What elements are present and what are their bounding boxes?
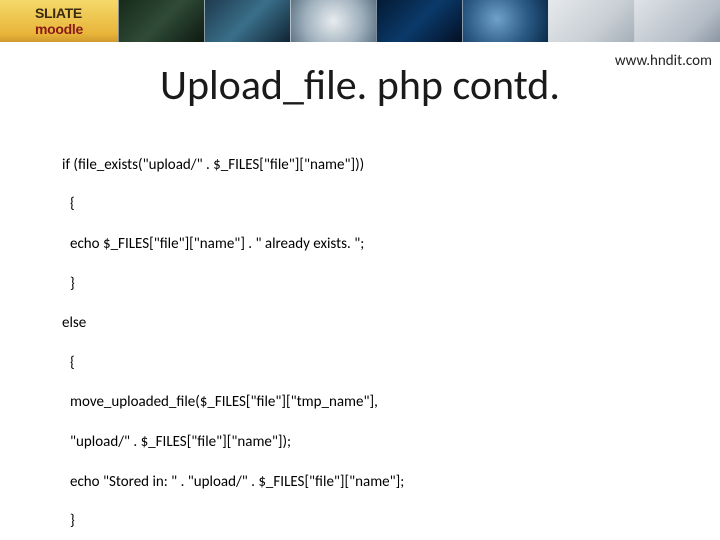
banner-photos xyxy=(118,0,720,42)
logo: SLIATE moodle xyxy=(0,0,118,42)
code-line: move_uploaded_file($_FILES["file"]["tmp_… xyxy=(42,393,404,413)
banner-strip: SLIATE moodle xyxy=(0,0,720,42)
code-block: if (file_exists("upload/" . $_FILES["fil… xyxy=(42,136,404,540)
code-line: { xyxy=(42,354,404,374)
banner-photo-6 xyxy=(548,0,634,42)
code-line: } xyxy=(42,275,404,295)
logo-text-line2: moodle xyxy=(35,21,83,37)
banner-photo-5 xyxy=(462,0,548,42)
code-line: echo $_FILES["file"]["name"] . " already… xyxy=(42,235,404,255)
banner-photo-3 xyxy=(290,0,376,42)
banner-photo-7 xyxy=(634,0,720,42)
banner-photo-2 xyxy=(204,0,290,42)
banner-photo-4 xyxy=(376,0,462,42)
slide: SLIATE moodle www.hndit.com Upload_file.… xyxy=(0,0,720,540)
slide-title: Upload_file. php contd. xyxy=(0,60,720,111)
code-line: if (file_exists("upload/" . $_FILES["fil… xyxy=(42,156,404,176)
banner-photo-1 xyxy=(118,0,204,42)
code-line: else xyxy=(42,314,404,334)
logo-text: SLIATE moodle xyxy=(35,5,83,37)
code-line: } xyxy=(42,512,404,532)
code-line: echo "Stored in: " . "upload/" . $_FILES… xyxy=(42,473,404,493)
logo-text-line1: SLIATE xyxy=(35,5,82,21)
code-line: { xyxy=(42,195,404,215)
code-line: "upload/" . $_FILES["file"]["name"]); xyxy=(42,433,404,453)
